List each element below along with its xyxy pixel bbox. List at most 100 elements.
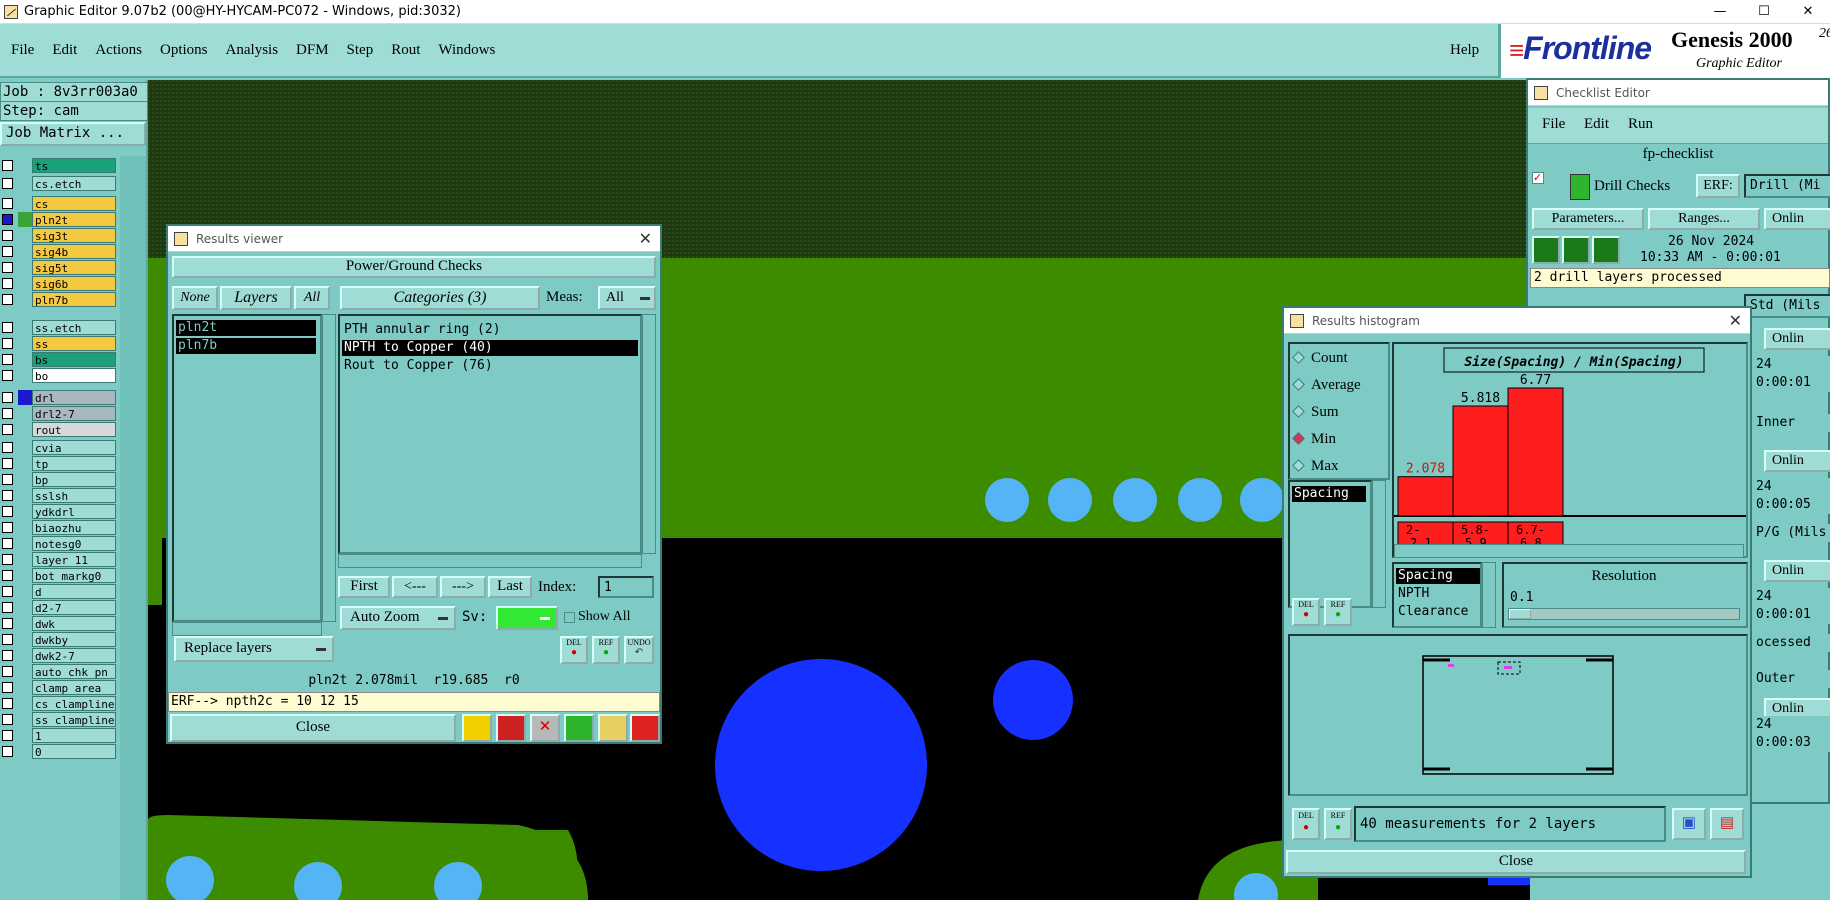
layer-name[interactable]: sig3t xyxy=(32,228,116,243)
layer-color-swatch[interactable] xyxy=(18,504,32,519)
resolution-slider[interactable] xyxy=(1508,608,1740,620)
layer-color-swatch[interactable] xyxy=(18,196,32,211)
categories-list[interactable]: PTH annular ring (2) NPTH to Copper (40) R… xyxy=(338,314,642,554)
layer-row-d[interactable]: d xyxy=(0,584,118,599)
layer-color-swatch[interactable] xyxy=(18,456,32,471)
layer-checkbox[interactable] xyxy=(2,354,13,365)
layer-name[interactable]: drl xyxy=(32,390,116,405)
checklist-menu-edit[interactable]: Edit xyxy=(1584,116,1609,133)
layer-checkbox[interactable] xyxy=(2,246,13,257)
layer-name[interactable]: rout xyxy=(32,422,116,437)
option-count[interactable]: Count xyxy=(1292,350,1348,370)
histogram-bar[interactable] xyxy=(1397,476,1454,517)
layer-name[interactable]: cvia xyxy=(32,440,116,455)
layer-row-pln7b[interactable]: pln7b xyxy=(0,292,118,307)
layer-color-swatch[interactable] xyxy=(18,422,32,437)
menu-options[interactable]: Options xyxy=(157,40,211,61)
layer-color-swatch[interactable] xyxy=(18,744,32,759)
layer-name[interactable]: pln7b xyxy=(32,292,116,307)
layer-row-bo[interactable]: bo xyxy=(0,368,118,383)
none-button[interactable]: None xyxy=(172,286,218,310)
layer-row-rout[interactable]: rout xyxy=(0,422,118,437)
layer-row-pln2t[interactable]: pln2t xyxy=(0,212,118,227)
layer-name[interactable]: cs.etch xyxy=(32,176,116,191)
job-matrix-button[interactable]: Job Matrix ... xyxy=(0,122,146,146)
layer-color-swatch[interactable] xyxy=(18,320,32,335)
layer-row-drl2-7[interactable]: drl2-7 xyxy=(0,406,118,421)
radio-icon[interactable] xyxy=(1292,432,1305,445)
layer-color-swatch[interactable] xyxy=(18,632,32,647)
layer-row-bs[interactable]: bs xyxy=(0,352,118,367)
layer-color-swatch[interactable] xyxy=(18,158,32,173)
layer-name[interactable]: bo xyxy=(32,368,116,383)
menu-help[interactable]: Help xyxy=(1450,42,1479,59)
layer-color-swatch[interactable] xyxy=(18,520,32,535)
last-button[interactable]: Last xyxy=(488,576,532,598)
hist-del-button-2[interactable]: DEL ● xyxy=(1292,808,1320,840)
parameters-button[interactable]: Parameters... xyxy=(1532,208,1644,230)
layer-name[interactable]: cs_clampline xyxy=(32,696,116,711)
layer-name[interactable]: bp xyxy=(32,472,116,487)
close-icon[interactable]: ✕ xyxy=(1729,308,1742,334)
layer-color-swatch[interactable] xyxy=(18,680,32,695)
layer-row-sig3t[interactable]: sig3t xyxy=(0,228,118,243)
layer-color-swatch[interactable] xyxy=(18,352,32,367)
layer-color-swatch[interactable] xyxy=(18,584,32,599)
layer-row-dwkby[interactable]: dwkby xyxy=(0,632,118,647)
meas-dropdown[interactable]: All xyxy=(598,286,656,310)
layer-color-swatch[interactable] xyxy=(18,488,32,503)
layer-color-swatch[interactable] xyxy=(18,368,32,383)
layer-checkbox[interactable] xyxy=(2,474,13,485)
layer-checkbox[interactable] xyxy=(2,506,13,517)
checklist-menu-run[interactable]: Run xyxy=(1628,116,1653,133)
layer-name[interactable]: sslsh xyxy=(32,488,116,503)
menu-windows[interactable]: Windows xyxy=(435,40,498,61)
run-icon[interactable] xyxy=(1532,236,1560,264)
layer-name[interactable]: layer_11 xyxy=(32,552,116,567)
layer-color-swatch[interactable] xyxy=(18,472,32,487)
hist-del-button[interactable]: DEL ● xyxy=(1292,598,1320,626)
layer-checkbox[interactable] xyxy=(2,408,13,419)
measure-list-vscroll[interactable] xyxy=(1372,480,1386,608)
layer-row-cs[interactable]: cs xyxy=(0,196,118,211)
layer-color-swatch[interactable] xyxy=(18,292,32,307)
first-button[interactable]: First xyxy=(338,576,390,598)
layer-row-ss[interactable]: ss xyxy=(0,336,118,351)
layer-checkbox[interactable] xyxy=(2,618,13,629)
layer-color-swatch[interactable] xyxy=(18,228,32,243)
layer-checkbox[interactable] xyxy=(2,602,13,613)
layer-name[interactable]: 0 xyxy=(32,744,116,759)
results-close-button[interactable]: Close xyxy=(170,714,456,742)
erf-field[interactable]: Drill (Mi xyxy=(1744,174,1830,198)
layer-checkbox[interactable] xyxy=(2,666,13,677)
layer-checkbox[interactable] xyxy=(2,714,13,725)
layer-color-swatch[interactable] xyxy=(18,600,32,615)
power-ground-checks-header[interactable]: Power/Ground Checks xyxy=(172,256,656,278)
layer-name[interactable]: ts xyxy=(32,158,116,173)
layer-row-layer-11[interactable]: layer_11 xyxy=(0,552,118,567)
layer-name[interactable]: auto_chk_pn xyxy=(32,664,116,679)
measure-list[interactable]: Spacing xyxy=(1288,480,1372,608)
layer-checkbox[interactable] xyxy=(2,442,13,453)
menu-step[interactable]: Step xyxy=(344,40,377,61)
result-layer-item[interactable]: pln2t xyxy=(176,320,316,336)
hist-ref-button[interactable]: REF ● xyxy=(1324,598,1352,626)
layer-color-swatch[interactable] xyxy=(18,552,32,567)
measure-list-item[interactable]: Spacing xyxy=(1292,486,1366,502)
resolution-slider-handle[interactable] xyxy=(1509,609,1531,619)
second-erf-field[interactable]: Std (Mils xyxy=(1744,294,1830,318)
histogram-bar[interactable] xyxy=(1507,387,1564,517)
close-icon[interactable]: ✕ xyxy=(639,226,652,252)
layer-checkbox[interactable] xyxy=(2,230,13,241)
layer-row-ss-clampline[interactable]: ss_clampline xyxy=(0,712,118,727)
next-button[interactable]: ---> xyxy=(440,576,486,598)
legend-vscroll[interactable] xyxy=(1482,562,1496,628)
layers-list[interactable]: pln2t pln7b xyxy=(172,314,322,622)
layer-checkbox[interactable] xyxy=(2,746,13,757)
hist-ref-button-2[interactable]: REF ● xyxy=(1324,808,1352,840)
layer-name[interactable]: d xyxy=(32,584,116,599)
layer-checkbox[interactable] xyxy=(2,730,13,741)
radio-icon[interactable] xyxy=(1292,351,1305,364)
checklist-menu-file[interactable]: File xyxy=(1542,116,1565,133)
radio-icon[interactable] xyxy=(1292,459,1305,472)
